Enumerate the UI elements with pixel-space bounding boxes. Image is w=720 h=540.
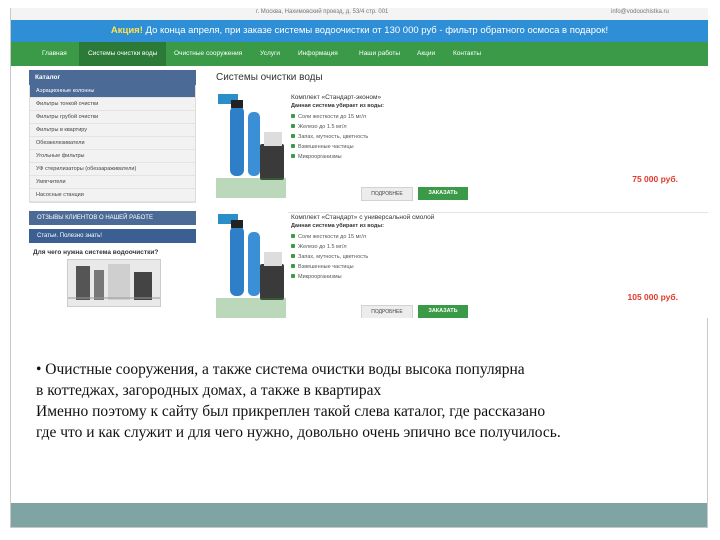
bullet-icon (291, 234, 295, 238)
bullet-icon (291, 154, 295, 158)
product-feature: Взвешенные частицы (291, 144, 354, 150)
page-title: Системы очистки воды (216, 72, 323, 83)
bullet-icon (291, 274, 295, 278)
product-name[interactable]: Комплект «Стандарт-эконом» (291, 94, 381, 101)
nav-contacts[interactable]: Контакты (448, 42, 486, 66)
caption-line: в коттеджах, загородных домах, а также в… (36, 382, 382, 399)
catalog-item[interactable]: Обезжелезиватели (30, 137, 195, 150)
top-contact-bar: г. Москва, Нахимовский проезд, д. 53/4 с… (11, 8, 708, 20)
equipment-photo-icon (68, 260, 160, 306)
nav-water-systems[interactable]: Системы очистки воды (79, 42, 167, 66)
product-feature: Соли жесткости до 15 мг/л (291, 114, 366, 120)
slide-caption: • Очистные сооружения, а также система о… (36, 359, 696, 443)
catalog-item[interactable]: УФ стерилизаторы (обеззараживатели) (30, 163, 195, 176)
product-feature: Железо до 1.5 мг/л (291, 244, 347, 250)
product-subtitle: Данная система убирает из воды: (291, 223, 384, 229)
details-button[interactable]: ПОДРОБНЕЕ (361, 305, 413, 318)
nav-treatment-plants[interactable]: Очистные сооружения (169, 42, 247, 66)
bullet-icon (291, 124, 295, 128)
main-nav: Главная Системы очистки воды Очистные со… (11, 42, 708, 66)
catalog-item[interactable]: Фильтры грубой очистки (30, 111, 195, 124)
reviews-button[interactable]: ОТЗЫВЫ КЛИЕНТОВ О НАШЕЙ РАБОТЕ (29, 211, 196, 225)
catalog-item[interactable]: Фильтры тонкой очистки (30, 98, 195, 111)
product-feature: Запах, мутность, цветность (291, 254, 368, 260)
bullet-icon (291, 264, 295, 268)
footer-band (11, 503, 707, 527)
filter-system-image-icon (216, 212, 288, 318)
bullet-icon (291, 254, 295, 258)
address-text: г. Москва, Нахимовский проезд, д. 53/4 с… (256, 9, 389, 15)
nav-services[interactable]: Услуги (255, 42, 285, 66)
bullet-icon (291, 114, 295, 118)
product-card: Комплект «Стандарт-эконом» Данная систем… (211, 92, 708, 213)
catalog-item[interactable]: Аэрационные колонны (30, 85, 195, 98)
website-screenshot: г. Москва, Нахимовский проезд, д. 53/4 с… (11, 8, 708, 318)
caption-line: • Очистные сооружения, а также система о… (36, 361, 525, 378)
bullet-icon (291, 134, 295, 138)
video-thumbnail[interactable] (67, 259, 161, 307)
caption-line: где что и как служит и для чего нужно, д… (36, 424, 561, 441)
product-subtitle: Данная система убирает из воды: (291, 103, 384, 109)
catalog-item[interactable]: Насосные станции (30, 189, 195, 202)
nav-information[interactable]: Информация (293, 42, 343, 66)
details-button[interactable]: ПОДРОБНЕЕ (361, 187, 413, 201)
product-card: Комплект «Стандарт» с универсальной смол… (211, 212, 708, 318)
bullet-icon (291, 144, 295, 148)
order-button[interactable]: ЗАКАЗАТЬ (418, 305, 468, 318)
catalog-item[interactable]: Фильтры в квартиру (30, 124, 195, 137)
catalog-list: Аэрационные колонны Фильтры тонкой очист… (29, 85, 196, 203)
promo-highlight: Акция! (110, 25, 143, 36)
product-feature: Микроорганизмы (291, 274, 342, 280)
product-feature: Запах, мутность, цветность (291, 134, 368, 140)
video-question: Для чего нужна система водоочистки? (33, 249, 159, 256)
nav-home[interactable]: Главная (37, 42, 72, 66)
product-feature: Железо до 1.5 мг/л (291, 124, 347, 130)
catalog-item[interactable]: Умягчители (30, 176, 195, 189)
catalog-title: Каталог (29, 70, 196, 85)
product-feature: Взвешенные частицы (291, 264, 354, 270)
nav-promotions[interactable]: Акции (412, 42, 440, 66)
promo-text: До конца апреля, при заказе системы водо… (145, 25, 609, 36)
articles-button[interactable]: Статьи. Полезно знать! (29, 229, 196, 243)
product-feature: Микроорганизмы (291, 154, 342, 160)
caption-line: Именно поэтому к сайту был прикреплен та… (36, 403, 546, 420)
filter-system-image-icon (216, 92, 288, 202)
main-content: Системы очистки воды Комплект «Стандарт-… (211, 70, 708, 318)
email-text: info@vodoochistka.ru (611, 9, 669, 15)
bullet-icon (291, 244, 295, 248)
product-price: 105 000 руб. (627, 292, 678, 302)
product-feature: Соли жесткости до 15 мг/л (291, 234, 366, 240)
catalog-sidebar: Каталог Аэрационные колонны Фильтры тонк… (29, 70, 196, 307)
product-price: 75 000 руб. (632, 174, 678, 184)
order-button[interactable]: ЗАКАЗАТЬ (418, 187, 468, 200)
product-name[interactable]: Комплект «Стандарт» с универсальной смол… (291, 214, 434, 221)
nav-our-works[interactable]: Наши работы (354, 42, 405, 66)
promo-banner: Акция! До конца апреля, при заказе систе… (11, 20, 708, 42)
catalog-item[interactable]: Угольные фильтры (30, 150, 195, 163)
